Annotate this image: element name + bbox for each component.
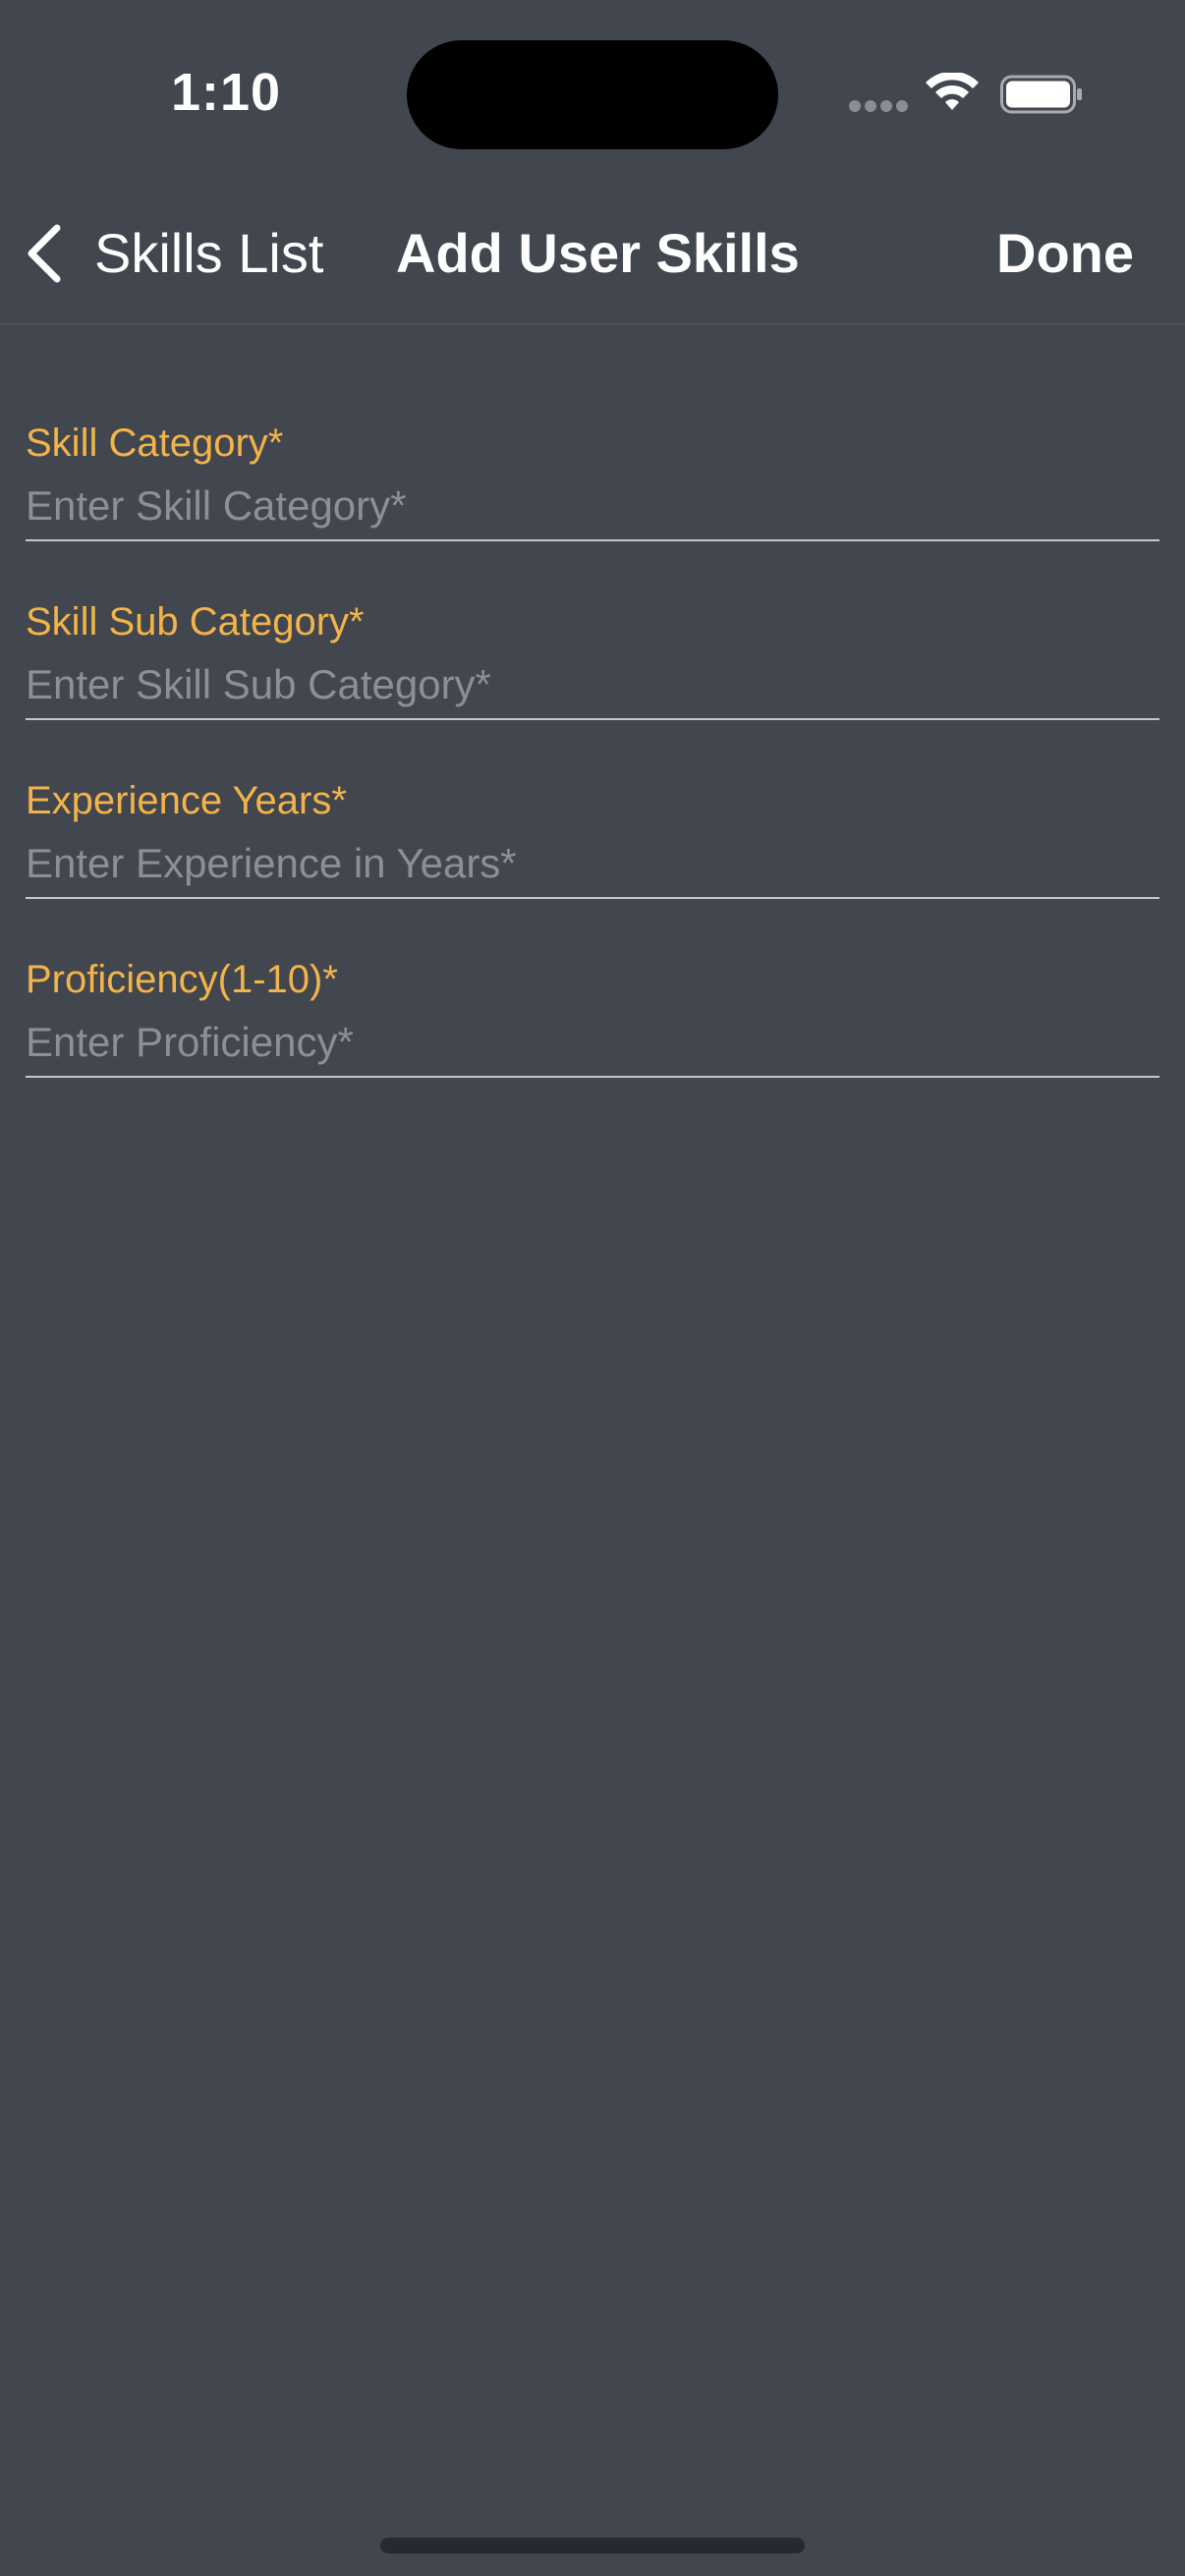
proficiency-input[interactable]	[26, 1010, 1159, 1075]
home-indicator[interactable]	[380, 2538, 805, 2553]
proficiency-label: Proficiency(1-10)*	[26, 958, 338, 1001]
status-time: 1:10	[171, 63, 282, 122]
experience-years-input[interactable]	[26, 831, 1159, 896]
skill-category-label: Skill Category*	[26, 421, 284, 465]
skill-category-input[interactable]	[26, 474, 1159, 538]
back-button[interactable]: Skills List	[22, 218, 323, 289]
add-skill-form: Skill Category* Skill Sub Category* Expe…	[26, 413, 1159, 1128]
experience-years-field: Experience Years*	[26, 770, 1159, 949]
page-title: Add User Skills	[396, 222, 800, 284]
skill-sub-category-field: Skill Sub Category*	[26, 591, 1159, 770]
wifi-icon	[926, 73, 979, 110]
experience-years-label: Experience Years*	[26, 779, 347, 822]
field-underline	[26, 897, 1159, 899]
back-button-label: Skills List	[94, 222, 324, 284]
field-underline	[26, 539, 1159, 541]
done-button[interactable]: Done	[996, 218, 1134, 289]
dynamic-island	[407, 40, 778, 149]
skill-sub-category-input[interactable]	[26, 652, 1159, 717]
field-underline	[26, 1076, 1159, 1078]
field-underline	[26, 718, 1159, 720]
battery-icon	[1000, 75, 1082, 114]
cellular-signal-icon	[849, 100, 908, 114]
proficiency-field: Proficiency(1-10)*	[26, 949, 1159, 1128]
screen: 1:10 Skills List Add User Skills Done Sk…	[0, 0, 1185, 2576]
chevron-left-icon	[28, 224, 61, 283]
skill-sub-category-label: Skill Sub Category*	[26, 600, 365, 644]
nav-divider	[0, 323, 1185, 325]
skill-category-field: Skill Category*	[26, 413, 1159, 591]
